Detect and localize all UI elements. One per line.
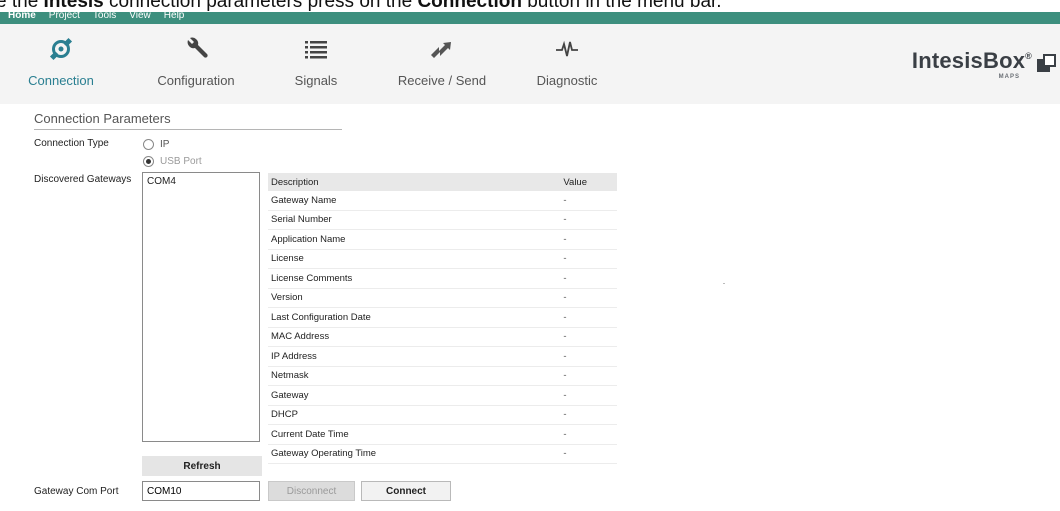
row-value: -: [394, 191, 617, 211]
row-value: -: [394, 307, 617, 328]
row-description: Gateway Operating Time: [268, 444, 395, 464]
gateways-list[interactable]: COM4: [142, 172, 260, 442]
table-row: Gateway Name -: [268, 191, 617, 211]
com-port-input[interactable]: [142, 481, 260, 501]
section-title: Connection Parameters: [34, 111, 171, 126]
table-header-row: Description Value: [268, 173, 617, 191]
tool-configuration[interactable]: Configuration: [155, 24, 237, 104]
table-row: Gateway -: [268, 385, 617, 406]
brand-sub: MAPS: [998, 74, 1020, 80]
connection-icon: [46, 36, 76, 62]
table-row: Application Name -: [268, 229, 617, 250]
row-value: -: [394, 327, 617, 347]
brand-logo: IntesisBox®: [912, 48, 1032, 74]
discovered-gateways-label: Discovered Gateways: [34, 174, 132, 185]
table-row: MAC Address -: [268, 327, 617, 347]
row-description: Gateway: [268, 385, 395, 406]
row-description: Current Date Time: [268, 424, 395, 445]
speck: [723, 283, 725, 284]
row-description: DHCP: [268, 405, 395, 425]
radio-usb-circle[interactable]: [143, 156, 154, 167]
caption-prefix: e the: [0, 0, 44, 12]
row-value: -: [394, 385, 617, 406]
radio-usb-port[interactable]: USB Port: [143, 156, 202, 167]
tool-connection[interactable]: Connection: [28, 24, 94, 104]
caption-text: e the Intesis connection parameters pres…: [0, 0, 722, 12]
radio-usb-label: USB Port: [160, 156, 202, 167]
gateway-info-table: Description Value Gateway Name - Serial N…: [268, 173, 617, 464]
row-description: License Comments: [268, 268, 395, 289]
menu-home[interactable]: Home: [8, 10, 36, 24]
row-value: -: [394, 268, 617, 289]
row-value: -: [394, 249, 617, 269]
row-description: Gateway Name: [268, 191, 395, 211]
table-row: Serial Number -: [268, 210, 617, 230]
section-divider: [34, 129, 342, 130]
table-header-description: Description: [268, 173, 395, 191]
table-row: Last Configuration Date -: [268, 307, 617, 328]
caption-suffix: button in the menu bar.: [521, 0, 722, 12]
transfer-icon: [427, 36, 457, 62]
radio-ip-circle[interactable]: [143, 139, 154, 150]
row-value: -: [394, 405, 617, 425]
row-value: -: [394, 444, 617, 464]
row-value: -: [394, 288, 617, 308]
row-description: Application Name: [268, 229, 395, 250]
tool-signals[interactable]: Signals: [289, 24, 343, 104]
tool-diagnostic-label: Diagnostic: [536, 73, 598, 88]
row-value: -: [394, 424, 617, 445]
menu-tools[interactable]: Tools: [93, 10, 116, 24]
table-row: Version -: [268, 288, 617, 308]
table-row: Netmask -: [268, 366, 617, 386]
row-value: -: [394, 346, 617, 367]
tool-receive-send[interactable]: Receive / Send: [398, 24, 486, 104]
row-description: IP Address: [268, 346, 395, 367]
tool-configuration-label: Configuration: [157, 73, 235, 88]
row-description: Netmask: [268, 366, 395, 386]
tool-receive-send-label: Receive / Send: [397, 73, 487, 88]
caption-middle: connection parameters press on the: [103, 0, 418, 12]
radio-ip-label: IP: [160, 139, 170, 150]
table-row: IP Address -: [268, 346, 617, 367]
row-value: -: [394, 229, 617, 250]
tool-diagnostic[interactable]: Diagnostic: [536, 24, 598, 104]
caption-bold-connection: Connection: [417, 0, 522, 12]
menu-help[interactable]: Help: [164, 10, 185, 24]
row-description: Serial Number: [268, 210, 395, 230]
brand-reg: ®: [1025, 51, 1032, 61]
table-row: License Comments -: [268, 268, 617, 289]
toolbar: Connection Configuration Signals Receive: [0, 24, 1060, 104]
row-description: Last Configuration Date: [268, 307, 395, 328]
table-row: Current Date Time -: [268, 424, 617, 445]
tool-connection-label: Connection: [28, 73, 94, 88]
connection-type-label: Connection Type: [34, 138, 109, 149]
pulse-icon: [552, 36, 582, 62]
wrench-icon: [181, 36, 211, 62]
table-header-value: Value: [394, 173, 617, 191]
row-value: -: [394, 210, 617, 230]
row-description: MAC Address: [268, 327, 395, 347]
menu-project[interactable]: Project: [49, 10, 80, 24]
list-icon: [301, 36, 331, 62]
connect-button[interactable]: Connect: [361, 481, 451, 501]
disconnect-button[interactable]: Disconnect: [268, 481, 355, 501]
table-row: License -: [268, 249, 617, 269]
row-value: -: [394, 366, 617, 386]
menu-view[interactable]: View: [129, 10, 151, 24]
tool-signals-label: Signals: [294, 73, 338, 88]
brand-name: IntesisBox: [911, 48, 1026, 73]
list-item[interactable]: COM4: [143, 173, 259, 190]
brand-mark-icon: [1036, 54, 1056, 79]
radio-ip[interactable]: IP: [143, 139, 169, 150]
table-row: Gateway Operating Time -: [268, 444, 617, 464]
row-description: License: [268, 249, 395, 269]
refresh-button[interactable]: Refresh: [142, 456, 262, 476]
row-description: Version: [268, 288, 395, 308]
caption-strip: e the Intesis connection parameters pres…: [0, 0, 1060, 12]
caption-bold-intesis: Intesis: [43, 0, 104, 12]
gateway-com-port-label: Gateway Com Port: [34, 486, 119, 497]
table-row: DHCP -: [268, 405, 617, 425]
